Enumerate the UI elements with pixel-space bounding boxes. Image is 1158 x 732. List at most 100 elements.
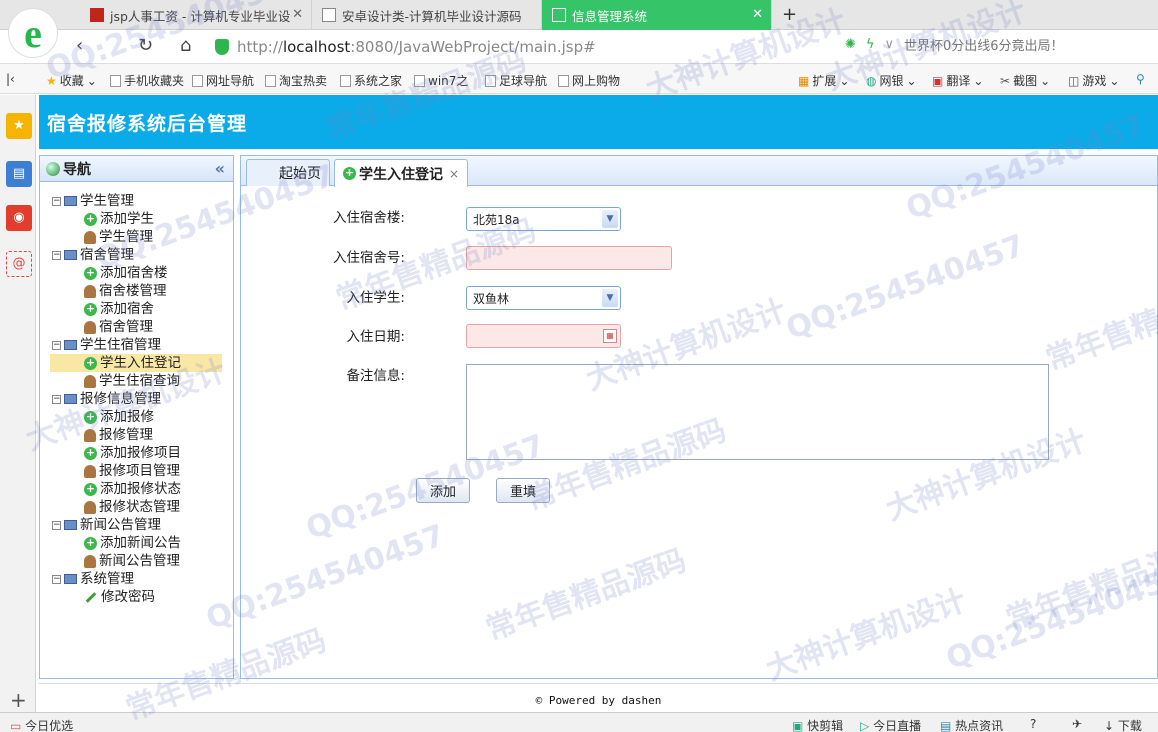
tree-group[interactable]: − 系统管理 bbox=[40, 570, 233, 588]
tree-item[interactable]: 学生住宿查询 bbox=[40, 372, 233, 390]
status-label: 热点资讯 bbox=[955, 719, 1004, 732]
toolbar-screenshot[interactable]: ✂ 截图 ⌄ bbox=[1000, 72, 1050, 89]
bookmark-shopping[interactable]: 网上购物 bbox=[558, 72, 620, 89]
student-select[interactable]: 双鱼林 ▼ bbox=[466, 286, 621, 310]
reset-button[interactable]: 重填 bbox=[496, 478, 550, 503]
tree-item[interactable]: 学生管理 bbox=[40, 228, 233, 246]
room-input[interactable] bbox=[466, 246, 672, 270]
memo-textarea[interactable] bbox=[466, 364, 1049, 460]
bookmark-xitong[interactable]: 系统之家 bbox=[340, 72, 402, 89]
tree-group[interactable]: − 新闻公告管理 bbox=[40, 516, 233, 534]
toolbar-extend[interactable]: ▦ 扩展 ⌄ bbox=[798, 72, 849, 89]
bookmark-win7[interactable]: win7之 bbox=[414, 72, 468, 89]
news-ticker[interactable]: 世界杯0分出线6分竟出局！ bbox=[904, 35, 1064, 54]
chevron-down-icon[interactable]: ∨ bbox=[884, 37, 894, 52]
page-icon bbox=[322, 8, 336, 22]
tree-item[interactable]: 报修项目管理 bbox=[40, 462, 233, 480]
toolbar-bank[interactable]: ◍ 网银 ⌄ bbox=[866, 72, 917, 89]
sidebar-toggle-icon[interactable]: |‹ bbox=[6, 72, 15, 86]
page-icon bbox=[414, 74, 425, 87]
tab-home[interactable]: 起始页 bbox=[246, 159, 330, 186]
tree-item-label: 报修状态管理 bbox=[99, 499, 180, 515]
tree-item-label: 报修管理 bbox=[99, 427, 153, 443]
tree-item[interactable]: + 添加宿舍楼 bbox=[40, 264, 233, 282]
tree-item[interactable]: 新闻公告管理 bbox=[40, 552, 233, 570]
bookmark-nav[interactable]: 网址导航 bbox=[192, 72, 254, 89]
date-input[interactable]: ▦ bbox=[466, 324, 621, 348]
collapse-toggle-icon[interactable]: − bbox=[52, 394, 61, 404]
bookmark-label: win7之 bbox=[428, 74, 469, 88]
status-help-icon[interactable]: ? bbox=[1030, 717, 1036, 731]
tree-item[interactable]: + 添加报修状态 bbox=[40, 480, 233, 498]
page-icon bbox=[552, 8, 566, 22]
collapse-toggle-icon[interactable]: − bbox=[52, 340, 61, 350]
status-rocket-icon[interactable]: ✈ bbox=[1072, 717, 1082, 731]
close-icon[interactable]: ✕ bbox=[752, 7, 763, 22]
tree-group[interactable]: − 学生管理 bbox=[40, 192, 233, 210]
tree-item[interactable]: + 添加宿舍 bbox=[40, 300, 233, 318]
refresh-icon[interactable]: ↻ bbox=[138, 35, 153, 56]
close-icon[interactable]: ✕ bbox=[292, 7, 303, 22]
new-tab-button[interactable]: + bbox=[782, 4, 797, 25]
mail-icon[interactable]: @ bbox=[6, 251, 32, 277]
url-host: localhost bbox=[282, 38, 351, 56]
computer-icon bbox=[64, 520, 77, 530]
tree-item[interactable]: + 添加报修 bbox=[40, 408, 233, 426]
tree-item[interactable]: 宿舍管理 bbox=[40, 318, 233, 336]
close-icon[interactable]: × bbox=[449, 167, 459, 181]
tree-group[interactable]: − 报修信息管理 bbox=[40, 390, 233, 408]
add-button[interactable]: 添加 bbox=[416, 478, 470, 503]
status-live[interactable]: ▷ 今日直播 bbox=[860, 717, 921, 732]
tree-item[interactable]: 报修状态管理 bbox=[40, 498, 233, 516]
toolbar-translate[interactable]: ▣ 翻译 ⌄ bbox=[932, 72, 983, 89]
browser-tab-1[interactable]: jsp人事工资 - 计算机专业毕业设 ✕ bbox=[80, 0, 312, 30]
tab-checkin[interactable]: + 学生入住登记 × bbox=[334, 159, 469, 187]
tree-group-label: 系统管理 bbox=[80, 571, 134, 587]
browser-tab-active[interactable]: 信息管理系统 ✕ bbox=[542, 0, 772, 30]
tree-item[interactable]: 宿舍楼管理 bbox=[40, 282, 233, 300]
collapse-toggle-icon[interactable]: − bbox=[52, 250, 61, 260]
status-deals[interactable]: ▭ 今日优选 bbox=[10, 717, 73, 732]
list-icon[interactable]: ▤ bbox=[6, 161, 32, 187]
status-clip[interactable]: ▣ 快剪辑 bbox=[792, 717, 843, 732]
search-icon[interactable]: ⚲ bbox=[1136, 72, 1145, 86]
tree-item-label: 宿舍楼管理 bbox=[99, 283, 167, 299]
tree-item[interactable]: + 添加报修项目 bbox=[40, 444, 233, 462]
star-icon[interactable]: ★ bbox=[6, 113, 32, 139]
tree-item[interactable]: + 学生入住登记 bbox=[50, 354, 222, 372]
lightning-icon[interactable]: ϟ bbox=[866, 37, 875, 52]
tree-group[interactable]: − 宿舍管理 bbox=[40, 246, 233, 264]
tree-item[interactable]: + 添加学生 bbox=[40, 210, 233, 228]
browser-status-bar: ▭ 今日优选 ▣ 快剪辑 ▷ 今日直播 ▤ 热点资讯 ? ✈ ↓ 下载 bbox=[0, 712, 1158, 732]
tree-item[interactable]: 修改密码 bbox=[40, 588, 233, 606]
bookmark-favorites[interactable]: ★ 收藏 ⌄ bbox=[46, 72, 97, 89]
collapse-icon[interactable]: « bbox=[215, 159, 225, 178]
tree-item[interactable]: + 添加新闻公告 bbox=[40, 534, 233, 552]
plus-circle-icon: + bbox=[84, 445, 97, 460]
collapse-toggle-icon[interactable]: − bbox=[52, 520, 61, 530]
user-icon bbox=[84, 500, 96, 514]
collapse-toggle-icon[interactable]: − bbox=[52, 196, 61, 206]
add-sidebar-icon[interactable]: + bbox=[10, 688, 27, 712]
speed-icon[interactable]: ✺ bbox=[845, 37, 856, 52]
calendar-icon[interactable]: ▦ bbox=[603, 329, 617, 343]
chevron-down-icon[interactable]: ▼ bbox=[602, 289, 618, 307]
weibo-icon[interactable]: ◉ bbox=[6, 205, 32, 231]
chevron-down-icon[interactable]: ▼ bbox=[602, 210, 618, 228]
extension-icon: ▦ bbox=[798, 73, 810, 88]
tree-item[interactable]: 报修管理 bbox=[40, 426, 233, 444]
home-icon[interactable]: ⌂ bbox=[180, 35, 191, 56]
tree-group[interactable]: − 学生住宿管理 bbox=[40, 336, 233, 354]
browser-tab-2[interactable]: 安卓设计类-计算机毕业设计源码 bbox=[312, 0, 542, 30]
status-news[interactable]: ▤ 热点资讯 bbox=[940, 717, 1003, 732]
url-field[interactable]: http://localhost:8080/JavaWebProject/mai… bbox=[215, 34, 895, 60]
collapse-toggle-icon[interactable]: − bbox=[52, 574, 61, 584]
bookmark-mobile[interactable]: 手机收藏夹 bbox=[110, 72, 184, 89]
status-label: 今日直播 bbox=[873, 719, 922, 732]
status-download[interactable]: ↓ 下载 bbox=[1104, 717, 1142, 732]
back-icon[interactable]: ‹ bbox=[76, 35, 83, 56]
toolbar-games[interactable]: ◫ 游戏 ⌄ bbox=[1068, 72, 1119, 89]
bookmark-football[interactable]: 足球导航 bbox=[485, 72, 547, 89]
bookmark-taobao[interactable]: 淘宝热卖 bbox=[265, 72, 327, 89]
building-select[interactable]: 北苑18a ▼ bbox=[466, 207, 621, 231]
